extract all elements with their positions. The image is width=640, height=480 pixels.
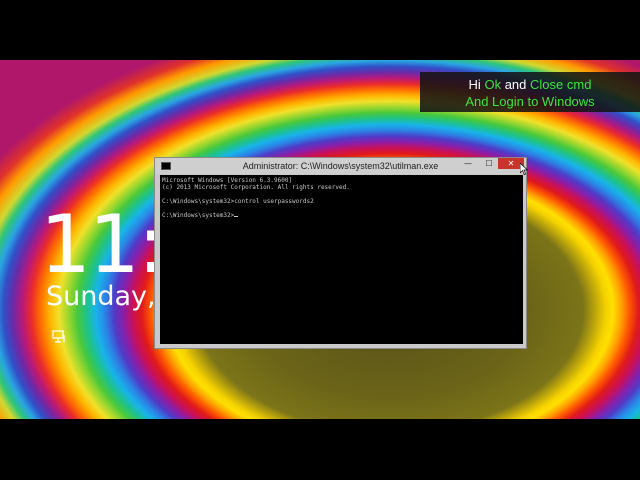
console-line: (c) 2013 Microsoft Corporation. All righ… [162,184,350,191]
caption-line-1: Hi Ok and Close cmd [420,76,640,93]
caption-line-2: And Login to Windows [465,94,595,109]
console-prompt-line: C:\Windows\system32> [162,212,239,219]
cmd-window[interactable]: Administrator: C:\Windows\system32\utilm… [154,157,527,349]
instruction-caption: Hi Ok and Close cmd And Login to Windows [420,72,640,112]
console-prompt: C:\Windows\system32> [162,212,235,219]
mouse-pointer-icon [520,163,528,175]
console-line: Microsoft Windows [Version 6.3.9600] [162,177,293,184]
text-cursor [234,216,239,217]
letterbox-bottom [0,419,640,480]
caption-ok: Ok [484,77,502,92]
console-output[interactable]: Microsoft Windows [Version 6.3.9600] (c)… [160,175,523,344]
caption-and: and [504,77,527,92]
caption-close-cmd: Close cmd [530,77,592,92]
caption-hi: Hi [468,77,481,92]
letterbox-top [0,0,640,60]
ease-of-access-icon[interactable] [52,330,66,344]
maximize-button[interactable]: ☐ [481,158,497,169]
minimize-button[interactable]: — [460,158,476,169]
cmd-titlebar[interactable]: Administrator: C:\Windows\system32\utilm… [155,158,526,174]
console-line: C:\Windows\system32>control userpassword… [162,198,314,205]
